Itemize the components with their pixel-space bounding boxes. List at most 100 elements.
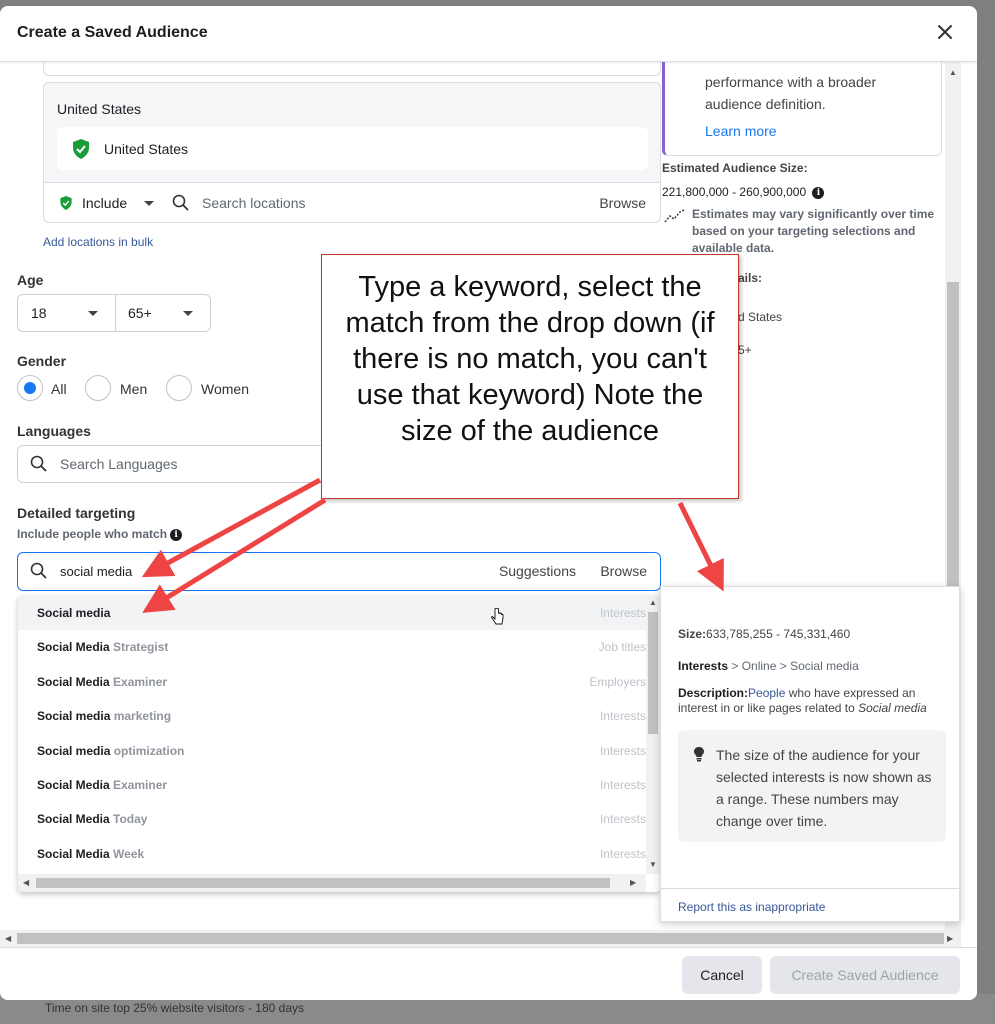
detailed-targeting-value: social media: [60, 564, 133, 579]
info-icon[interactable]: i: [170, 528, 183, 541]
estimate-note: Estimates may vary significantly over ti…: [692, 207, 935, 255]
include-chevron-down-icon[interactable]: [144, 201, 154, 206]
locations-box: United States United States Include Sear…: [43, 82, 661, 223]
interest-path: Interests > Online > Social media: [678, 659, 859, 673]
modal-scroll-left-icon[interactable]: ◀: [5, 934, 11, 943]
result-suffix: optimization: [110, 743, 185, 758]
modal-title: Create a Saved Audience: [17, 24, 208, 41]
scroll-left-icon[interactable]: ◀: [23, 878, 29, 887]
languages-search-input[interactable]: Search Languages: [17, 445, 347, 483]
location-search-row: Include Search locations Browse: [44, 182, 660, 222]
location-chip[interactable]: United States: [57, 127, 648, 170]
dropdown-vertical-scrollbar[interactable]: ▲ ▼: [646, 596, 660, 874]
result-row[interactable]: Social media optimization Interests: [18, 734, 646, 768]
result-name: Social media optimization: [37, 744, 184, 758]
age-min-select[interactable]: 18: [31, 305, 47, 321]
audience-details-partial: ails:: [738, 271, 763, 285]
location-search-input[interactable]: Search locations: [202, 195, 306, 211]
age-divider: [115, 295, 116, 331]
result-name: Social Media Strategist: [37, 640, 168, 654]
popover-divider: [661, 888, 959, 889]
age-max-chevron-icon[interactable]: [183, 311, 193, 316]
location-detail-partial: d States: [738, 310, 783, 324]
result-name: Social media: [37, 606, 110, 620]
modal-header: Create a Saved Audience: [0, 6, 977, 62]
include-dropdown[interactable]: Include: [82, 195, 127, 211]
age-range-selector: 18 65+: [17, 294, 211, 332]
description-italic: Social media: [858, 701, 927, 715]
result-suffix: marketing: [110, 709, 172, 724]
interest-details-popover: Size:633,785,255 - 745,331,460 Interests…: [660, 586, 960, 922]
result-match: Social Media: [37, 846, 110, 861]
cancel-button[interactable]: Cancel: [682, 956, 762, 994]
dropdown-scroll-thumb[interactable]: [648, 612, 658, 734]
age-label: Age: [17, 272, 44, 288]
result-category: Interests: [599, 606, 646, 620]
gender-women-radio[interactable]: [166, 375, 192, 401]
modal-hscroll-thumb[interactable]: [17, 933, 944, 944]
interest-description: Description:People who have expressed an…: [678, 686, 948, 716]
result-row[interactable]: Social media Interests: [18, 596, 646, 630]
description-link[interactable]: People: [748, 686, 785, 700]
result-match: Social Media: [37, 640, 110, 655]
dropdown-hscroll-thumb[interactable]: [36, 878, 610, 888]
result-row[interactable]: Social Media Examiner Interests: [18, 768, 646, 802]
interest-size: Size:633,785,255 - 745,331,460: [678, 627, 850, 641]
modal-scroll-right-icon[interactable]: ▶: [947, 934, 953, 943]
result-match: Social Media: [37, 812, 110, 827]
estimate-info-icon[interactable]: i: [812, 186, 825, 199]
instruction-callout: Type a keyword, select the match from th…: [321, 254, 739, 499]
location-browse-button[interactable]: Browse: [599, 195, 646, 211]
create-saved-audience-button[interactable]: Create Saved Audience: [770, 956, 960, 994]
result-category: Interests: [599, 743, 646, 758]
location-field-partial: [43, 62, 661, 76]
result-match: Social media: [37, 743, 111, 758]
dropdown-horizontal-scrollbar[interactable]: ◀ ▶: [18, 874, 646, 892]
languages-label: Languages: [17, 423, 91, 439]
scroll-down-icon[interactable]: ▼: [649, 860, 657, 869]
estimated-size-value: 221,800,000 - 260,900,000 i: [662, 185, 825, 199]
add-locations-bulk-link[interactable]: Add locations in bulk: [43, 235, 153, 249]
broader-audience-card: performance with a broader audience defi…: [662, 62, 942, 156]
modal-horizontal-scrollbar[interactable]: ◀ ▶: [0, 930, 961, 947]
result-name: Social Media Today: [37, 812, 147, 826]
scroll-up-icon[interactable]: ▲: [649, 598, 657, 607]
result-row[interactable]: Social Media Strategist Job titles: [18, 630, 646, 664]
detailed-targeting-label: Detailed targeting: [17, 505, 136, 521]
result-suffix: Today: [109, 812, 148, 827]
result-row[interactable]: Social Media Today Interests: [18, 802, 646, 836]
result-row[interactable]: Social Media Week Interests: [18, 837, 646, 871]
broader-audience-text: performance with a broader audience defi…: [705, 74, 877, 112]
hand-cursor-icon: [491, 608, 504, 625]
report-inappropriate-link[interactable]: Report this as inappropriate: [678, 900, 825, 914]
age-max-select[interactable]: 65+: [128, 305, 152, 321]
modal-scroll-up-icon[interactable]: ▲: [949, 68, 957, 77]
close-icon[interactable]: [933, 20, 957, 44]
languages-search-icon: [30, 455, 47, 472]
result-row[interactable]: Social media marketing Interests: [18, 699, 646, 733]
include-shield-icon: [60, 196, 72, 210]
result-category: Job titles: [598, 640, 646, 655]
learn-more-link[interactable]: Learn more: [705, 123, 777, 139]
background-audience-text: Time on site top 25% wiebsite visitors -…: [45, 1001, 305, 1015]
gender-women-label: Women: [201, 381, 249, 397]
result-suffix: Examiner: [109, 778, 168, 792]
age-min-chevron-icon[interactable]: [88, 311, 98, 316]
callout-text: Type a keyword, select the match from th…: [345, 271, 715, 447]
gender-all-radio[interactable]: [17, 375, 43, 401]
result-category: Interests: [599, 812, 646, 827]
scroll-right-icon[interactable]: ▶: [630, 878, 636, 887]
gender-men-radio[interactable]: [85, 375, 111, 401]
range-tip-text: The size of the audience for your select…: [716, 747, 932, 829]
result-match: Social media: [37, 606, 111, 620]
result-suffix: Examiner: [109, 674, 168, 689]
detailed-search-icon: [30, 562, 47, 579]
result-row[interactable]: Social Media Examiner Employers: [18, 665, 646, 699]
interest-size-value: 633,785,255 - 745,331,460: [706, 627, 851, 641]
result-name: Social Media Week: [37, 847, 144, 861]
result-name: Social Media Examiner: [37, 675, 167, 689]
suggestions-button[interactable]: Suggestions: [499, 563, 576, 579]
result-name: Social Media Examiner: [37, 778, 167, 792]
detailed-browse-button[interactable]: Browse: [600, 563, 647, 579]
detailed-targeting-input[interactable]: social media Suggestions Browse: [17, 552, 661, 591]
